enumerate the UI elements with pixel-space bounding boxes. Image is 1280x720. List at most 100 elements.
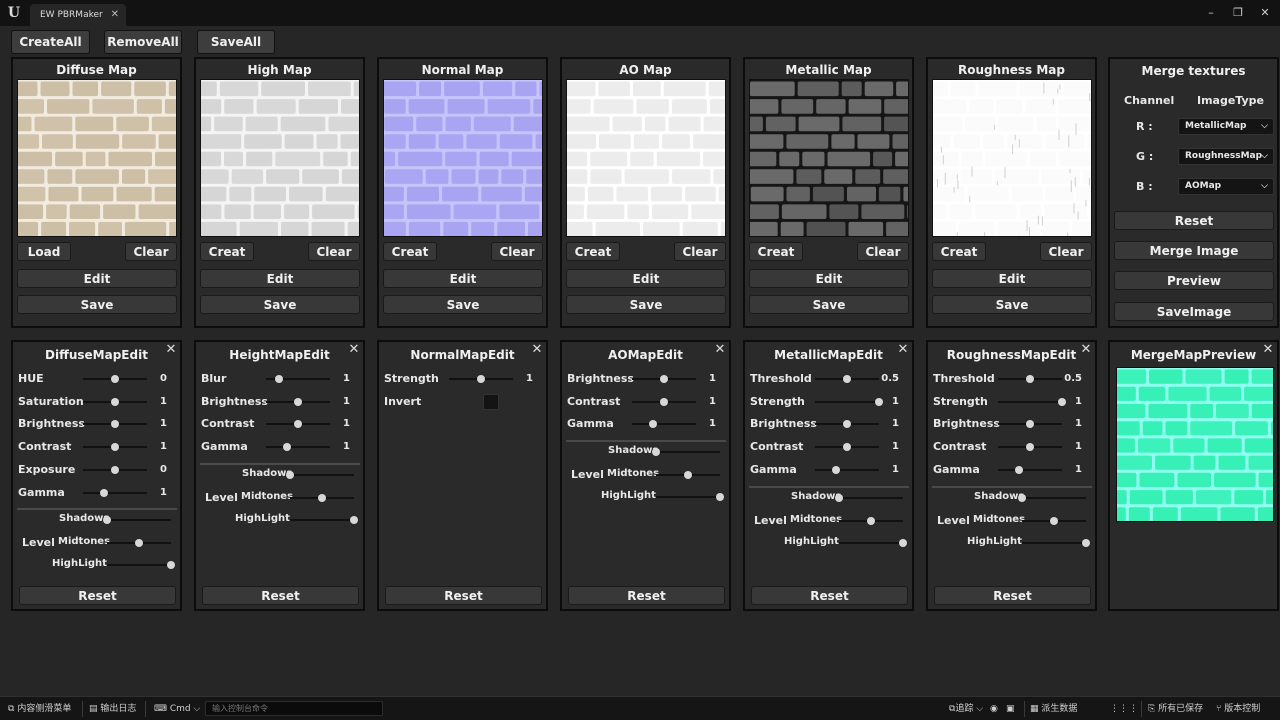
slider-knob[interactable]	[899, 538, 907, 547]
slider-knob[interactable]	[1015, 465, 1024, 474]
level-highlight-slider[interactable]	[1022, 538, 1090, 547]
param-slider[interactable]	[449, 375, 513, 383]
notification-icon[interactable]: ⋮⋮	[1110, 702, 1128, 716]
create-button[interactable]: Creat	[566, 242, 620, 261]
param-slider[interactable]	[632, 375, 696, 383]
slider-knob[interactable]	[294, 420, 302, 429]
slider-knob[interactable]	[649, 420, 658, 429]
clear-button[interactable]: Clear	[857, 242, 909, 261]
create-button[interactable]: Creat	[383, 242, 437, 261]
param-slider[interactable]	[83, 397, 147, 406]
record-icon[interactable]: ◉	[990, 702, 998, 716]
slider-knob[interactable]	[716, 493, 724, 502]
param-slider[interactable]	[632, 420, 696, 429]
param-slider[interactable]	[266, 375, 330, 383]
param-slider[interactable]	[83, 488, 147, 497]
slider-knob[interactable]	[477, 375, 485, 383]
close-icon[interactable]: ✕	[1080, 343, 1092, 357]
param-slider[interactable]	[83, 420, 147, 429]
channel-g-select[interactable]: RoughnessMap ⌵	[1178, 148, 1274, 165]
slider-knob[interactable]	[111, 443, 119, 452]
create-button[interactable]: Creat	[200, 242, 254, 261]
edit-reset-button[interactable]: Reset	[568, 586, 725, 605]
slider-knob[interactable]	[1026, 420, 1034, 429]
edit-button[interactable]: Edit	[932, 269, 1092, 288]
slider-knob[interactable]	[111, 397, 119, 406]
more-icon[interactable]: ⋮	[1129, 702, 1138, 716]
edit-button[interactable]: Edit	[749, 269, 909, 288]
slider-knob[interactable]	[167, 561, 175, 570]
param-slider[interactable]	[998, 443, 1062, 452]
cmd-dropdown[interactable]: ⌨ Cmd ⌵	[154, 702, 200, 716]
clear-button[interactable]: Clear	[491, 242, 543, 261]
close-icon[interactable]: ✕	[897, 343, 909, 357]
slider-knob[interactable]	[832, 465, 841, 474]
param-slider[interactable]	[266, 443, 330, 452]
param-slider[interactable]	[815, 443, 879, 452]
slider-knob[interactable]	[684, 471, 692, 480]
merge-image-button[interactable]: Merge Image	[1114, 241, 1274, 260]
channel-r-select[interactable]: MetallicMap ⌵	[1178, 118, 1274, 135]
slider-knob[interactable]	[660, 397, 668, 406]
edit-button[interactable]: Edit	[17, 269, 177, 288]
slider-knob[interactable]	[1050, 516, 1058, 525]
output-log-button[interactable]: ▤ 输出日志	[89, 702, 136, 716]
level-shadows-slider[interactable]	[286, 470, 354, 479]
close-icon[interactable]: ✕	[531, 343, 543, 357]
save-button[interactable]: Save	[749, 295, 909, 314]
slider-knob[interactable]	[350, 515, 358, 524]
create-button[interactable]: Creat	[932, 242, 986, 261]
slider-knob[interactable]	[867, 516, 875, 525]
save-button[interactable]: Save	[566, 295, 726, 314]
level-highlight-slider[interactable]	[107, 561, 175, 570]
level-shadows-slider[interactable]	[1018, 493, 1086, 502]
slider-knob[interactable]	[843, 420, 851, 429]
merge-reset-button[interactable]: Reset	[1114, 211, 1274, 230]
param-slider[interactable]	[83, 443, 147, 452]
param-slider[interactable]	[998, 375, 1062, 383]
param-slider[interactable]	[815, 375, 879, 383]
minimize-icon[interactable]: –	[1202, 4, 1220, 22]
level-highlight-slider[interactable]	[290, 515, 358, 524]
save-button[interactable]: Save	[383, 295, 543, 314]
level-midtones-slider[interactable]	[656, 471, 720, 480]
slider-knob[interactable]	[318, 493, 326, 502]
clear-button[interactable]: Clear	[125, 242, 177, 261]
param-slider[interactable]	[815, 420, 879, 429]
param-slider[interactable]	[815, 397, 883, 406]
clear-button[interactable]: Clear	[308, 242, 360, 261]
edit-reset-button[interactable]: Reset	[385, 586, 542, 605]
slider-knob[interactable]	[100, 488, 109, 497]
slider-knob[interactable]	[843, 375, 851, 383]
source-control-button[interactable]: ⑂ 版本控制	[1216, 702, 1260, 716]
clear-button[interactable]: Clear	[674, 242, 726, 261]
edit-button[interactable]: Edit	[200, 269, 360, 288]
slider-knob[interactable]	[1026, 375, 1034, 383]
close-icon[interactable]: ✕	[1262, 343, 1274, 357]
edit-reset-button[interactable]: Reset	[19, 586, 176, 605]
load-button[interactable]: Load	[17, 242, 71, 261]
level-midtones-slider[interactable]	[107, 539, 171, 548]
slider-knob[interactable]	[652, 448, 660, 457]
camera-icon[interactable]: ▣	[1006, 702, 1015, 716]
create-all-button[interactable]: CreateAll	[11, 30, 90, 54]
console-command-input[interactable]: 输入控制台命令	[205, 701, 383, 716]
invert-checkbox[interactable]	[483, 393, 499, 410]
tab-close-icon[interactable]: ✕	[111, 4, 119, 26]
slider-knob[interactable]	[111, 375, 119, 383]
slider-knob[interactable]	[111, 465, 119, 474]
tab-ew-pbrmaker[interactable]: EW PBRMaker ✕	[30, 4, 126, 26]
param-slider[interactable]	[83, 465, 147, 474]
slider-knob[interactable]	[135, 539, 143, 548]
slider-knob[interactable]	[1082, 538, 1090, 547]
slider-knob[interactable]	[835, 493, 843, 502]
slider-knob[interactable]	[103, 516, 111, 525]
slider-knob[interactable]	[1026, 443, 1034, 452]
remove-all-button[interactable]: RemoveAll	[104, 30, 182, 54]
restore-icon[interactable]: ❐	[1229, 4, 1247, 22]
create-button[interactable]: Creat	[749, 242, 803, 261]
level-midtones-slider[interactable]	[1022, 516, 1086, 525]
edit-button[interactable]: Edit	[566, 269, 726, 288]
save-button[interactable]: Save	[200, 295, 360, 314]
save-button[interactable]: Save	[17, 295, 177, 314]
